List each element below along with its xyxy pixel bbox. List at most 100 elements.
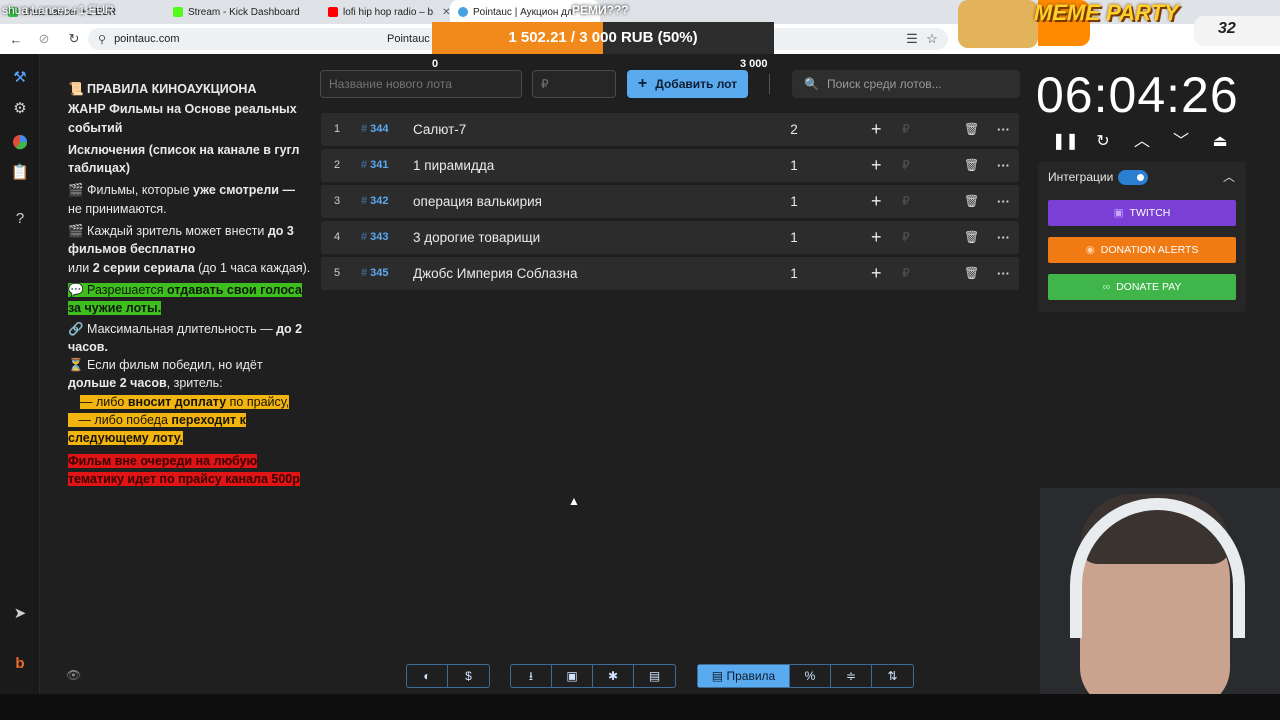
lot-name[interactable]: Салют-7 [413, 113, 466, 146]
youtube-favicon-icon [328, 7, 338, 17]
rules-toggle-button[interactable]: ▤ Правила [698, 665, 790, 687]
lot-row[interactable]: 1 #344 Салют-7 2 + ₽ 🗑 ··· [321, 113, 1019, 146]
lot-amount[interactable]: 1 [787, 185, 801, 218]
donate-pay-button[interactable]: ∞ DONATE PAY [1048, 274, 1236, 300]
add-amount-icon[interactable]: + [871, 185, 882, 218]
forward-icon[interactable]: ⊘ [32, 31, 56, 47]
lot-amount[interactable]: 2 [787, 113, 801, 146]
help-icon[interactable]: ? [8, 207, 32, 231]
integrations-toggle[interactable] [1118, 170, 1148, 185]
lot-row[interactable]: 5 #345 Джобс Империя Соблазна 1 + ₽ 🗑 ··· [321, 257, 1019, 290]
twitch-label: TWITCH [1129, 207, 1171, 219]
rule-line: 💬 Разрешается отдавать свои голоса за чу… [68, 282, 302, 316]
lot-id[interactable]: #344 [361, 113, 388, 146]
clipboard-icon[interactable]: 📋 [8, 161, 32, 185]
donation-goal-bar: 1 502.21 / 3 000 RUB (50%) [432, 22, 774, 54]
ruble-icon[interactable]: ₽ [902, 257, 910, 290]
meme-party-title: MEME PARTY [1034, 0, 1179, 25]
ruble-icon[interactable]: ₽ [902, 185, 910, 218]
lot-id[interactable]: #342 [361, 185, 388, 218]
eye-icon[interactable]: 👁 [66, 668, 81, 682]
boosty-icon[interactable]: b [8, 652, 32, 676]
lot-index: 1 [334, 123, 341, 135]
lot-search-input[interactable]: 🔍 Поиск среди лотов... [792, 70, 1020, 98]
twitch-button[interactable]: ▣ TWITCH [1048, 200, 1236, 226]
clear-list-icon[interactable]: ▤ [634, 665, 675, 687]
site-info-icon[interactable]: ⚲ [98, 33, 106, 46]
lot-name[interactable]: 3 дорогие товарищи [413, 221, 540, 254]
lot-amount[interactable]: 1 [787, 257, 801, 290]
more-icon[interactable]: ··· [997, 221, 1010, 254]
lot-id[interactable]: #345 [361, 257, 388, 290]
telegram-icon[interactable]: ➤ [8, 602, 32, 626]
percent-icon[interactable]: % [790, 665, 831, 687]
reset-icon[interactable]: ↻ [1091, 130, 1115, 154]
trash-icon[interactable]: 🗑 [964, 185, 979, 218]
tab-title: Stream - Kick Dashboard [188, 6, 300, 18]
save-icon[interactable]: ▣ [552, 665, 593, 687]
doge-image [958, 0, 1038, 48]
meme-counter-box [1194, 16, 1280, 46]
chevron-up-icon[interactable]: ︿ [1130, 130, 1154, 154]
ruble-icon[interactable]: ₽ [902, 149, 910, 182]
overlay-rem-text: РЕМИ??? [572, 3, 629, 17]
sort-icon[interactable]: ⇅ [872, 665, 913, 687]
add-amount-icon[interactable]: + [871, 113, 882, 146]
twitch-icon: ▣ [1113, 207, 1124, 219]
rule-line-red: Фильм вне очереди на любую тематику идет… [68, 453, 300, 486]
double-chevron-up-icon[interactable]: ⏏ [1208, 130, 1232, 154]
more-icon[interactable]: ··· [997, 185, 1010, 218]
ruble-icon[interactable]: ₽ [902, 221, 910, 254]
lot-row[interactable]: 3 #342 операция валькирия 1 + ₽ 🗑 ··· [321, 185, 1019, 218]
lot-row[interactable]: 4 #343 3 дорогие товарищи 1 + ₽ 🗑 ··· [321, 221, 1019, 254]
donation-alerts-button[interactable]: ◉ DONATION ALERTS [1048, 237, 1236, 263]
ruble-icon[interactable]: ₽ [902, 113, 910, 146]
trash-icon[interactable]: 🗑 [964, 149, 979, 182]
lot-name[interactable]: Джобс Империя Соблазна [413, 257, 577, 290]
pause-icon[interactable]: ❚❚ [1052, 130, 1079, 154]
back-icon[interactable]: ← [4, 32, 28, 47]
trash-icon[interactable]: 🗑 [964, 113, 979, 146]
lot-row[interactable]: 2 #341 1 пирамидда 1 + ₽ 🗑 ··· [321, 149, 1019, 182]
reload-icon[interactable]: ↻ [62, 31, 86, 47]
lot-name-input[interactable] [320, 70, 522, 98]
tab-title: lofi hip hop radio – b [343, 6, 434, 18]
chevron-up-icon[interactable]: ︿ [1223, 168, 1235, 185]
gavel-icon[interactable]: ⚒ [8, 66, 32, 90]
rule-line: 🎬 Каждый зритель может внести до 3 фильм… [68, 224, 311, 275]
lot-amount[interactable]: 1 [787, 149, 801, 182]
more-icon[interactable]: ··· [997, 257, 1010, 290]
dollar-icon[interactable]: $ [448, 665, 489, 687]
lot-id[interactable]: #343 [361, 221, 388, 254]
browser-tab[interactable]: lofi hip hop radio – b ✕ [320, 0, 450, 24]
lot-index: 3 [334, 195, 341, 207]
add-amount-icon[interactable]: + [871, 221, 882, 254]
add-lot-button[interactable]: + Добавить лот [627, 70, 748, 98]
lot-amount[interactable]: 1 [787, 221, 801, 254]
lot-name[interactable]: операция валькирия [413, 185, 542, 218]
trash-icon[interactable]: 🗑 [964, 221, 979, 254]
browser-tab[interactable]: Stream - Kick Dashboard [165, 0, 320, 24]
gear-icon[interactable]: ⚙ [8, 97, 32, 121]
bottom-group-view: ▤ Правила % ≑ ⇅ [697, 664, 914, 688]
bookmark-icon[interactable]: ☆ [920, 31, 944, 47]
more-icon[interactable]: ··· [997, 149, 1010, 182]
lot-id[interactable]: #341 [361, 149, 388, 182]
trash-icon[interactable]: 🗑 [964, 257, 979, 290]
tab-close-icon[interactable]: ✕ [442, 7, 450, 18]
lot-amount-input[interactable] [532, 70, 616, 98]
search-placeholder: Поиск среди лотов... [826, 77, 942, 91]
donate-pay-icon: ∞ [1102, 281, 1111, 293]
add-amount-icon[interactable]: + [871, 149, 882, 182]
integrations-label: Интеграции [1048, 170, 1114, 184]
compress-icon[interactable]: ≑ [831, 665, 872, 687]
pie-chart-icon[interactable] [8, 130, 32, 154]
bug-icon[interactable]: ✱ [593, 665, 634, 687]
add-amount-icon[interactable]: + [871, 257, 882, 290]
chevron-down-icon[interactable]: ﹀ [1169, 130, 1193, 154]
github-icon[interactable]: ◐ [407, 665, 448, 687]
lot-name[interactable]: 1 пирамидда [413, 149, 494, 182]
download-icon[interactable]: ⭳ [511, 665, 552, 687]
more-icon[interactable]: ··· [997, 113, 1010, 146]
rule-line: 🔗 Максимальная длительность — до 2 часов… [68, 321, 303, 354]
